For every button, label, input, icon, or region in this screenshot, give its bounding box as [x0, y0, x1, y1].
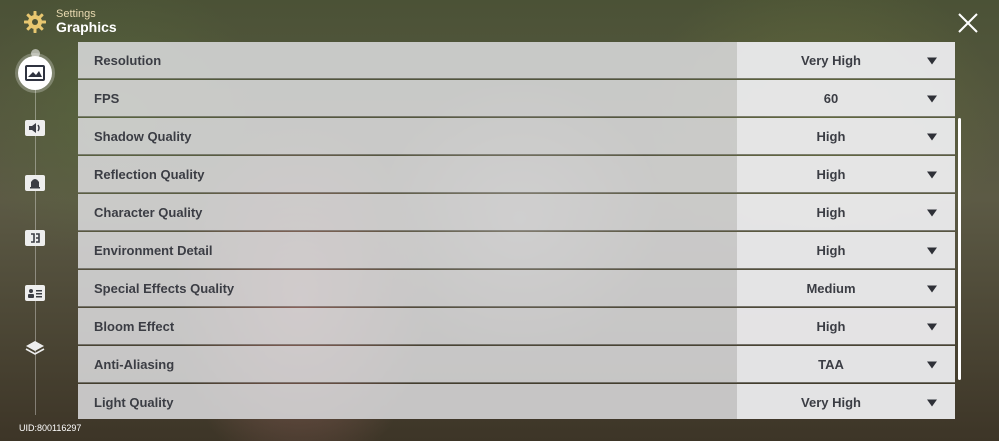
speaker-icon	[25, 120, 45, 136]
layers-icon	[25, 341, 45, 355]
setting-row-resolution[interactable]: Resolution Very High	[78, 42, 955, 79]
sidebar-dot	[31, 49, 40, 58]
setting-label: Reflection Quality	[78, 156, 737, 192]
dropdown-arrow-icon	[927, 361, 937, 369]
dropdown-arrow-icon	[927, 171, 937, 179]
dropdown-arrow-icon	[927, 285, 937, 293]
sidebar-item-graphics[interactable]	[18, 56, 52, 90]
dropdown-arrow-icon	[927, 57, 937, 65]
setting-label: Resolution	[78, 42, 737, 78]
settings-list: Resolution Very High FPS 60 Shadow Quali…	[78, 42, 955, 419]
setting-value: Very High	[801, 394, 861, 410]
setting-value: 60	[823, 90, 839, 106]
setting-row-light-quality[interactable]: Light Quality Very High	[78, 384, 955, 419]
setting-value: High	[816, 318, 846, 334]
setting-value: High	[816, 204, 846, 220]
setting-label: FPS	[78, 80, 737, 116]
setting-dropdown[interactable]: 60	[737, 80, 955, 116]
sidebar-item-audio[interactable]	[18, 111, 52, 145]
bell-icon	[25, 175, 45, 191]
dropdown-arrow-icon	[927, 95, 937, 103]
gear-icon	[22, 9, 48, 35]
close-icon	[958, 13, 978, 33]
setting-value: High	[816, 128, 846, 144]
setting-row-fps[interactable]: FPS 60	[78, 80, 955, 117]
setting-row-special-effects-quality[interactable]: Special Effects Quality Medium	[78, 270, 955, 307]
setting-dropdown[interactable]: Medium	[737, 270, 955, 306]
sidebar-item-account[interactable]	[18, 276, 52, 310]
setting-label: Environment Detail	[78, 232, 737, 268]
id-card-icon	[25, 285, 45, 301]
page-title: Graphics	[56, 19, 117, 36]
setting-value: Very High	[801, 52, 861, 68]
setting-row-anti-aliasing[interactable]: Anti-Aliasing TAA	[78, 346, 955, 383]
dropdown-arrow-icon	[927, 399, 937, 407]
setting-label: Bloom Effect	[78, 308, 737, 344]
setting-dropdown[interactable]: High	[737, 194, 955, 230]
dropdown-arrow-icon	[927, 247, 937, 255]
setting-label: Light Quality	[78, 384, 737, 419]
sidebar-item-language[interactable]	[18, 221, 52, 255]
setting-dropdown[interactable]: Very High	[737, 42, 955, 78]
setting-row-character-quality[interactable]: Character Quality High	[78, 194, 955, 231]
dropdown-arrow-icon	[927, 209, 937, 217]
dropdown-arrow-icon	[927, 323, 937, 331]
image-icon	[25, 65, 45, 81]
setting-row-environment-detail[interactable]: Environment Detail High	[78, 232, 955, 269]
setting-dropdown[interactable]: High	[737, 156, 955, 192]
setting-dropdown[interactable]: High	[737, 232, 955, 268]
uid-label: UID:800116297	[19, 423, 82, 433]
setting-label: Character Quality	[78, 194, 737, 230]
close-button[interactable]	[955, 10, 981, 36]
sidebar-item-other[interactable]	[18, 331, 52, 365]
scrollbar[interactable]	[958, 118, 961, 380]
page-header: Settings Graphics	[22, 8, 117, 35]
sidebar-item-notifications[interactable]	[18, 166, 52, 200]
setting-value: Medium	[806, 280, 856, 296]
setting-label: Anti-Aliasing	[78, 346, 737, 382]
setting-dropdown[interactable]: TAA	[737, 346, 955, 382]
setting-row-reflection-quality[interactable]: Reflection Quality High	[78, 156, 955, 193]
setting-dropdown[interactable]: Very High	[737, 384, 955, 419]
setting-dropdown[interactable]: High	[737, 118, 955, 154]
setting-row-bloom-effect[interactable]: Bloom Effect High	[78, 308, 955, 345]
dropdown-arrow-icon	[927, 133, 937, 141]
language-icon	[25, 230, 45, 246]
setting-label: Shadow Quality	[78, 118, 737, 154]
setting-value: High	[816, 166, 846, 182]
setting-value: High	[816, 242, 846, 258]
setting-row-shadow-quality[interactable]: Shadow Quality High	[78, 118, 955, 155]
setting-dropdown[interactable]: High	[737, 308, 955, 344]
setting-value: TAA	[818, 356, 844, 372]
setting-label: Special Effects Quality	[78, 270, 737, 306]
